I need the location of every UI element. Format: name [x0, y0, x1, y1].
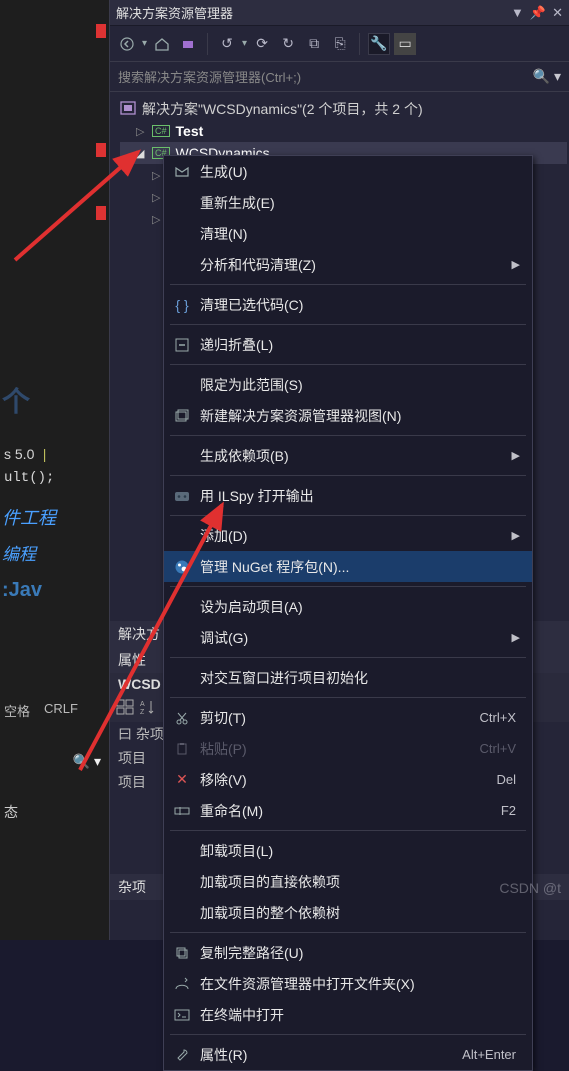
dropdown-icon[interactable]: ▼ — [511, 5, 524, 20]
solution-explorer-toolbar: ▾ ↺ ▾ ⟳ ↻ ⧉ ⎘ 🔧 ▭ — [110, 26, 569, 62]
expand-icon[interactable]: ▷ — [152, 191, 162, 204]
solution-explorer-search[interactable]: 搜索解决方案资源管理器(Ctrl+;) 🔍 ▾ — [110, 62, 569, 92]
watermark: CSDN @t — [499, 880, 561, 896]
svg-text:Z: Z — [140, 709, 145, 715]
menu-new-view[interactable]: 新建解决方案资源管理器视图(N) — [164, 400, 532, 431]
bg-text: 件工程 — [2, 504, 56, 530]
menu-scope[interactable]: 限定为此范围(S) — [164, 369, 532, 400]
bg-text: 个 — [2, 380, 30, 420]
expand-icon[interactable]: ▷ — [136, 125, 146, 138]
menu-load-tree[interactable]: 加载项目的整个依赖树 — [164, 897, 532, 928]
menu-add[interactable]: 添加(D)▶ — [164, 520, 532, 551]
menu-copy-path[interactable]: 复制完整路径(U) — [164, 937, 532, 968]
menu-remove[interactable]: ✕ 移除(V)Del — [164, 764, 532, 795]
menu-open-folder[interactable]: 在文件资源管理器中打开文件夹(X) — [164, 968, 532, 999]
svg-text:A: A — [140, 701, 145, 708]
ilspy-icon — [164, 489, 200, 503]
alpha-sort-button[interactable]: AZ — [140, 699, 156, 718]
nuget-icon — [164, 559, 200, 575]
collapse-all-button[interactable]: ⧉ — [303, 33, 325, 55]
status-indent[interactable]: 空格 — [4, 701, 30, 720]
marker — [96, 206, 106, 220]
menu-rename[interactable]: 重命名(M)F2 — [164, 795, 532, 826]
new-view-icon — [164, 409, 200, 423]
bg-text: 态 — [4, 802, 18, 822]
terminal-icon — [164, 1009, 200, 1021]
menu-open-terminal[interactable]: 在终端中打开 — [164, 999, 532, 1030]
expand-icon[interactable]: ▷ — [152, 213, 162, 226]
wrench-icon — [164, 1048, 200, 1062]
project-label: Test — [176, 123, 204, 139]
cut-icon — [164, 711, 200, 725]
categorize-button[interactable] — [116, 699, 134, 718]
menu-unload[interactable]: 卸载项目(L) — [164, 835, 532, 866]
search-placeholder: 搜索解决方案资源管理器(Ctrl+;) — [118, 67, 533, 86]
rename-icon — [164, 805, 200, 817]
menu-build[interactable]: 生成(U) — [164, 156, 532, 187]
menu-analyze[interactable]: 分析和代码清理(Z)▶ — [164, 249, 532, 280]
menu-startup[interactable]: 设为启动项目(A) — [164, 591, 532, 622]
marker — [96, 24, 106, 38]
paste-icon — [164, 742, 200, 756]
status-lineending[interactable]: CRLF — [44, 701, 78, 720]
history-button[interactable]: ↺ — [216, 33, 238, 55]
switch-view-button[interactable] — [177, 33, 199, 55]
menu-build-deps[interactable]: 生成依赖项(B)▶ — [164, 440, 532, 471]
copy-icon — [164, 946, 200, 960]
menu-debug[interactable]: 调试(G)▶ — [164, 622, 532, 653]
solution-node[interactable]: 解决方案"WCSDynamics"(2 个项目，共 2 个) — [120, 98, 567, 120]
code-fragment: ult(); — [4, 470, 54, 486]
menu-rebuild[interactable]: 重新生成(E) — [164, 187, 532, 218]
home-button[interactable] — [151, 33, 173, 55]
open-folder-icon — [164, 977, 200, 991]
solution-icon — [120, 101, 136, 118]
csharp-project-icon: C# — [152, 125, 170, 137]
bg-text: 编程 — [2, 540, 56, 565]
project-node[interactable]: ▷ C# Test — [120, 120, 567, 142]
menu-properties[interactable]: 属性(R)Alt+Enter — [164, 1039, 532, 1070]
menu-load-direct[interactable]: 加载项目的直接依赖项 — [164, 866, 532, 897]
marker — [96, 143, 106, 157]
menu-collapse[interactable]: 递归折叠(L) — [164, 329, 532, 360]
project-context-menu: 生成(U) 重新生成(E) 清理(N) 分析和代码清理(Z)▶ { } 清理已选… — [163, 155, 533, 1071]
collapse-icon[interactable]: ◢ — [136, 147, 146, 160]
search-icon[interactable]: 🔍 ▾ — [73, 753, 101, 770]
menu-cut[interactable]: 剪切(T)Ctrl+X — [164, 702, 532, 733]
panel-title-text: 解决方案资源管理器 — [116, 3, 233, 22]
sync-button[interactable]: ⟳ — [251, 33, 273, 55]
menu-clean-selected[interactable]: { } 清理已选代码(C) — [164, 289, 532, 320]
search-icon[interactable]: 🔍 ▾ — [533, 68, 561, 85]
bg-text: :Jav — [2, 579, 56, 602]
back-button[interactable] — [116, 33, 138, 55]
menu-interactive[interactable]: 对交互窗口进行项目初始化 — [164, 662, 532, 693]
code-fragment: s 5.0 — [4, 446, 34, 462]
show-all-button[interactable]: ⎘ — [329, 33, 351, 55]
braces-icon: { } — [164, 297, 200, 313]
pin-icon[interactable]: 📌 — [530, 5, 546, 21]
close-icon[interactable]: ✕ — [552, 5, 563, 21]
menu-paste: 粘贴(P)Ctrl+V — [164, 733, 532, 764]
preview-button[interactable]: ▭ — [394, 33, 416, 55]
solution-explorer-titlebar: 解决方案资源管理器 ▼ 📌 ✕ — [110, 0, 569, 26]
menu-ilspy[interactable]: 用 ILSpy 打开输出 — [164, 480, 532, 511]
collapse-icon — [164, 338, 200, 352]
solution-label: 解决方案"WCSDynamics"(2 个项目，共 2 个) — [142, 99, 423, 119]
build-icon — [164, 164, 200, 180]
remove-icon: ✕ — [164, 771, 200, 788]
properties-button[interactable]: 🔧 — [368, 33, 390, 55]
menu-clean[interactable]: 清理(N) — [164, 218, 532, 249]
left-gutter: 个 s 5.0 | ult(); 件工程 编程 :Jav 空格 CRLF 🔍 ▾… — [0, 0, 110, 940]
refresh-button[interactable]: ↻ — [277, 33, 299, 55]
menu-nuget[interactable]: 管理 NuGet 程序包(N)... — [164, 551, 532, 582]
expand-icon[interactable]: ▷ — [152, 169, 162, 182]
